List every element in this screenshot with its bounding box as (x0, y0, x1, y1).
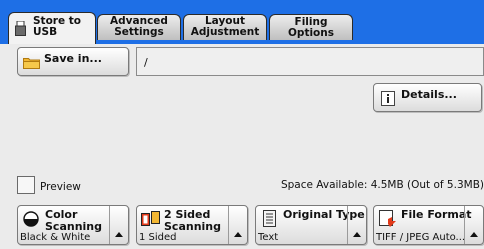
save-in-label: Save in... (44, 52, 102, 65)
details-label: Details... (401, 88, 457, 101)
up-arrow-icon (234, 232, 242, 237)
tab-bar: Store to USB Advanced Settings Layout Ad… (0, 0, 484, 45)
save-in-button[interactable]: Save in... (17, 47, 129, 76)
up-arrow-icon (115, 232, 123, 237)
tab-label-line1: Filing Options (288, 16, 334, 39)
file-format-icon (379, 210, 396, 227)
info-icon (381, 91, 395, 106)
folder-icon (23, 58, 40, 69)
tab-label-line2: Settings (114, 26, 164, 38)
color-scanning-icon (23, 211, 39, 227)
save-path-value: / (144, 56, 148, 69)
space-available-text: Space Available: 4.5MB (Out of 5.3MB) (280, 179, 484, 191)
original-type-button[interactable]: Original Type Text (255, 205, 367, 245)
up-arrow-icon (470, 232, 478, 237)
original-type-dropdown[interactable] (347, 206, 366, 244)
file-format-value: TIFF / JPEG Auto... (376, 232, 466, 243)
file-format-dropdown[interactable] (464, 206, 483, 244)
two-sided-scanning-value: 1 Sided (139, 232, 177, 243)
preview-checkbox[interactable] (17, 176, 35, 194)
tab-label-line2: USB (33, 26, 58, 38)
tab-advanced-settings[interactable]: Advanced Settings (97, 14, 181, 40)
up-arrow-icon (353, 232, 361, 237)
two-sided-scanning-button[interactable]: 2 Sided Scanning 1 Sided (136, 205, 248, 245)
tab-store-to-usb[interactable]: Store to USB (8, 12, 96, 45)
tab-label-line2: Adjustment (190, 26, 260, 38)
two-sided-scanning-dropdown[interactable] (228, 206, 247, 244)
color-scanning-button[interactable]: Color Scanning Black & White (17, 205, 129, 245)
save-path-field: / (136, 47, 484, 76)
file-format-button[interactable]: File Format TIFF / JPEG Auto... (373, 205, 484, 245)
color-scanning-value: Black & White (20, 232, 91, 243)
preview-label: Preview (40, 181, 81, 193)
two-sided-scanning-icon (141, 211, 160, 226)
original-type-value: Text (258, 232, 279, 243)
color-scanning-dropdown[interactable] (109, 206, 128, 244)
tab-layout-adjustment[interactable]: Layout Adjustment (183, 14, 267, 40)
details-button[interactable]: Details... (373, 83, 482, 112)
tab-filing-options[interactable]: Filing Options (269, 14, 353, 40)
document-icon (263, 210, 276, 227)
feature-label-line1: File Format (401, 208, 472, 221)
usb-icon (15, 21, 26, 36)
